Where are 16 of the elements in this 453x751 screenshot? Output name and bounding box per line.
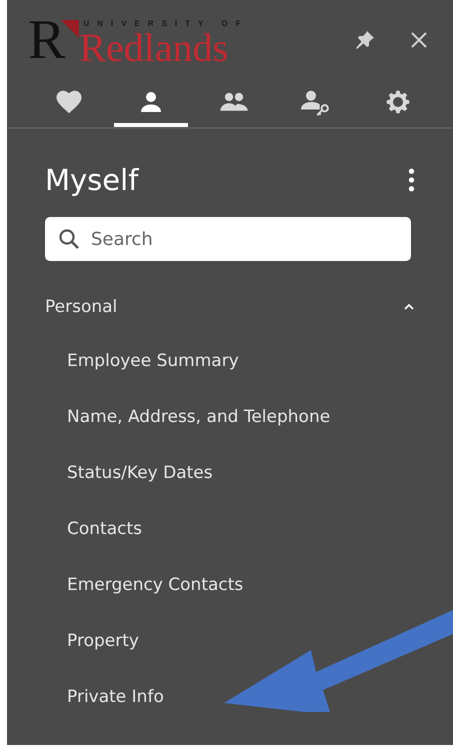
- logo-triangle-icon: [61, 20, 80, 38]
- menu-item[interactable]: Contacts: [67, 517, 142, 541]
- menu-item[interactable]: Name, Address, and Telephone: [67, 405, 330, 429]
- menu-item[interactable]: Emergency Contacts: [67, 573, 244, 597]
- panel-title: Myself: [45, 163, 138, 197]
- menu-item[interactable]: Status/Key Dates: [67, 461, 213, 485]
- section-header[interactable]: Personal: [45, 297, 415, 317]
- menu-item[interactable]: Employee Summary: [67, 349, 239, 373]
- pin-icon[interactable]: [353, 28, 377, 52]
- menu-item[interactable]: Private Info: [67, 685, 164, 709]
- logo-letter: R: [28, 12, 62, 68]
- more-icon[interactable]: [408, 168, 415, 192]
- search-icon: [57, 227, 81, 251]
- menu-item[interactable]: Property: [67, 629, 139, 653]
- logo-name: Redlands: [79, 28, 228, 68]
- search-field[interactable]: Search: [45, 217, 411, 261]
